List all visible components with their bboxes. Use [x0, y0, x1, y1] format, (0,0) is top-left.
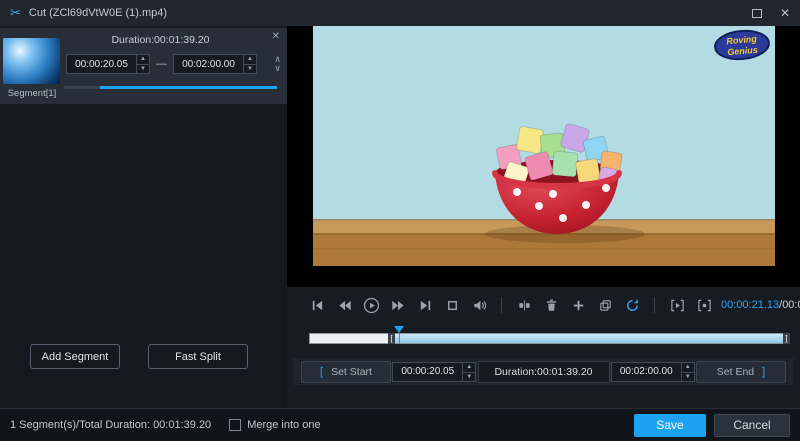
timeline-selection[interactable] — [389, 334, 789, 343]
timeline-playhead[interactable] — [393, 326, 404, 333]
set-end-button[interactable]: Set End ] — [696, 360, 786, 383]
segments-summary: 1 Segment(s)/Total Duration: 00:01:39.20 — [10, 419, 212, 431]
segment-range-fill — [99, 86, 277, 89]
channel-logo: Roving Genius — [713, 29, 770, 61]
timeline-row: [ ] — [287, 323, 800, 351]
spin-down-icon[interactable]: ▼ — [682, 373, 694, 382]
merge-group[interactable]: Merge into one — [229, 419, 321, 431]
preview-frame-button[interactable] — [694, 295, 714, 315]
timeline-end-handle[interactable]: ] — [783, 333, 790, 344]
footer-bar: 1 Segment(s)/Total Duration: 00:01:39.20… — [0, 408, 800, 441]
stop-button[interactable] — [442, 295, 462, 315]
timeline-start-handle[interactable]: [ — [387, 333, 395, 344]
spin-up-icon[interactable]: ▲ — [681, 363, 694, 373]
start-bracket-icon: [ — [320, 365, 324, 378]
segment-duration-label: Duration:00:01:39.20 — [111, 34, 210, 46]
timeline-playhead-line — [398, 333, 400, 344]
segment-sidebar: Segment[1] Duration:00:01:39.20 ✕ ∧ ∨ ▲ … — [0, 26, 287, 408]
spin-down-icon[interactable]: ▼ — [137, 65, 149, 74]
cancel-button[interactable]: Cancel — [714, 413, 790, 437]
divider — [654, 297, 655, 313]
forward-button[interactable] — [388, 295, 408, 315]
segment-start-spinbox[interactable]: ▲ ▼ — [66, 54, 150, 74]
cartoon-frame — [312, 26, 775, 266]
spin-down-icon[interactable]: ▼ — [244, 65, 256, 74]
cut-dialog: ✂ Cut (ZCl69dVtW0E (1).mp4) ✕ Segment[1]… — [0, 0, 800, 441]
segment-move-down-icon[interactable]: ∨ — [274, 64, 281, 73]
spin-down-icon[interactable]: ▼ — [463, 373, 475, 382]
skip-start-button[interactable] — [307, 295, 327, 315]
segment-thumbnail — [3, 38, 60, 84]
trim-end-spinbox[interactable]: ▲ ▼ — [610, 361, 695, 382]
spin-up-icon[interactable]: ▲ — [137, 55, 149, 65]
add-split-button[interactable] — [568, 295, 588, 315]
segment-close-icon[interactable]: ✕ — [272, 31, 280, 42]
segment-end-input[interactable] — [174, 55, 243, 73]
total-time: 00:02:00.00 — [782, 299, 800, 311]
split-button[interactable] — [514, 295, 534, 315]
playback-time: 00:00:21.13/00:02:00.00 — [721, 299, 800, 311]
set-end-label: Set End — [716, 365, 755, 378]
title-bar: ✂ Cut (ZCl69dVtW0E (1).mp4) ✕ — [0, 0, 800, 26]
trim-start-spinbox[interactable]: ▲ ▼ — [392, 361, 477, 382]
video-preview: Roving Genius — [312, 26, 775, 266]
fast-split-button[interactable]: Fast Split — [148, 344, 248, 369]
set-start-label: Set Start — [331, 365, 372, 378]
trim-start-input[interactable] — [393, 362, 463, 381]
volume-button[interactable] — [469, 295, 489, 315]
add-segment-button[interactable]: Add Segment — [30, 344, 120, 369]
skip-end-button[interactable] — [415, 295, 435, 315]
maximize-button[interactable] — [751, 8, 762, 18]
merge-label[interactable]: Merge into one — [247, 419, 320, 431]
range-dash: — — [156, 58, 167, 70]
main-area: Roving Genius 00:00:21.13/00: [] [Set … — [287, 26, 800, 408]
segment-range-bar — [64, 86, 277, 89]
window-title: Cut (ZCl69dVtW0E (1).mp4) — [28, 7, 168, 19]
spin-up-icon[interactable]: ▲ — [244, 55, 256, 65]
trim-duration-label: Duration:00:01:39.20 — [477, 360, 610, 383]
reset-button[interactable] — [622, 295, 642, 315]
playback-controls: 00:00:21.13/00:02:00.00 — [287, 289, 800, 321]
segment-name: Segment[1] — [7, 88, 57, 99]
video-stage: Roving Genius — [287, 26, 800, 287]
save-button[interactable]: Save — [634, 413, 706, 437]
end-bracket-icon: ] — [762, 365, 766, 378]
spin-up-icon[interactable]: ▲ — [463, 363, 476, 373]
preview-play-button[interactable] — [667, 295, 687, 315]
segment-end-spinbox[interactable]: ▲ ▼ — [173, 54, 257, 74]
scissors-icon: ✂ — [10, 5, 21, 20]
divider — [501, 297, 502, 313]
delete-segment-button[interactable] — [541, 295, 561, 315]
copy-segment-button[interactable] — [595, 295, 615, 315]
timeline-track[interactable]: [ ] — [309, 326, 790, 344]
current-time: 00:00:21.13 — [721, 299, 780, 311]
set-start-button[interactable]: [ Set Start — [301, 360, 391, 383]
rewind-button[interactable] — [334, 295, 354, 315]
segment-card[interactable]: Segment[1] Duration:00:01:39.20 ✕ ∧ ∨ ▲ … — [0, 28, 287, 104]
close-button[interactable]: ✕ — [780, 6, 790, 20]
merge-checkbox[interactable] — [229, 419, 242, 431]
play-button[interactable] — [361, 295, 381, 315]
trim-controls: [ Set Start ▲ ▼ Duration:00:01:39.20 ▲ ▼… — [293, 358, 794, 385]
trim-end-input[interactable] — [611, 362, 681, 381]
segment-start-input[interactable] — [67, 55, 136, 73]
